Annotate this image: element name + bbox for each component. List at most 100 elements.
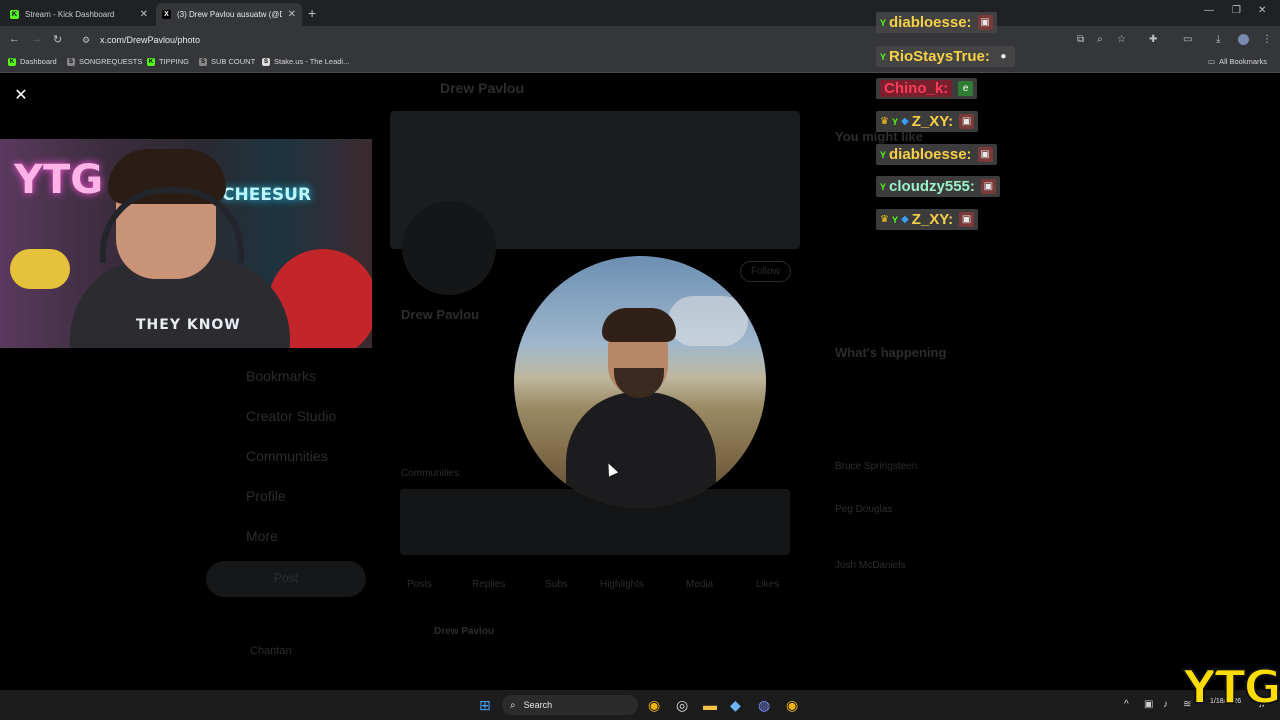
chat-message: Chino_k: e	[876, 78, 978, 99]
download-icon[interactable]: ⤓	[1216, 34, 1220, 45]
profile-photo	[514, 256, 766, 508]
chrome-profile-icon[interactable]: ◉	[786, 697, 798, 714]
search-icon: ⌕	[510, 699, 516, 711]
back-icon[interactable]: ←	[9, 33, 20, 45]
emote-icon: ▣	[977, 15, 993, 30]
bookmark-label: Stake.us - The Leadi...	[274, 57, 350, 66]
tab-highlights[interactable]: Highlights	[600, 579, 644, 590]
x-icon: X	[162, 10, 171, 19]
nav-creator-studio[interactable]: Creator Studio	[246, 408, 336, 424]
close-photo-button[interactable]: ✕	[12, 87, 30, 105]
maximize-icon[interactable]: ❐	[1232, 5, 1241, 16]
gem-badge-icon: ◆	[900, 214, 909, 225]
ytg-badge-icon: Y	[880, 181, 887, 192]
chat-message: Y diabloesse: ▣	[876, 144, 997, 165]
photo-smoke	[668, 296, 748, 346]
trend-item[interactable]: Josh McDaniels	[835, 560, 906, 571]
bookmark-dashboard[interactable]: K Dashboard	[8, 57, 57, 66]
bookmark-tipping[interactable]: K TIPPING	[147, 57, 189, 66]
file-explorer-icon[interactable]: ▬	[703, 697, 717, 713]
emote-icon: ▣	[977, 147, 993, 162]
post-button-label: Post	[274, 571, 299, 585]
tab-kick-dashboard[interactable]: K Stream - Kick Dashboard ✕	[4, 3, 154, 26]
bookmark-label: All Bookmarks	[1219, 57, 1268, 66]
emote-icon: ▣	[980, 179, 996, 194]
chat-message: Y cloudzy555: ▣	[876, 176, 1000, 197]
url-text: x.com/DrewPavlou/photo	[100, 35, 201, 45]
tab-title: (3) Drew Pavlou ausuatw (@D	[177, 10, 282, 19]
chat-username: Z_XY:	[911, 113, 954, 130]
tray-app-icon[interactable]: ▣	[1144, 699, 1153, 710]
all-bookmarks[interactable]: ▭ All Bookmarks	[1208, 57, 1267, 66]
globe-icon: S	[67, 57, 75, 66]
communities-heading: Communities	[401, 468, 460, 479]
site-info-icon[interactable]: ⚙	[82, 35, 92, 46]
emote-icon: ▣	[959, 212, 975, 227]
follow-button[interactable]: Follow	[740, 261, 791, 282]
photo-jacket	[566, 392, 716, 508]
start-icon[interactable]: ⊞	[479, 697, 491, 714]
tab-close-icon[interactable]: ✕	[140, 9, 148, 20]
discord-icon[interactable]: ◍	[758, 697, 770, 714]
bookmark-label: SONGREQUESTS	[79, 57, 143, 66]
bookmark-sub-count[interactable]: S SUB COUNT	[199, 57, 255, 66]
tab-close-icon[interactable]: ✕	[288, 9, 296, 20]
tab-title: Stream - Kick Dashboard	[25, 10, 115, 19]
tab-likes[interactable]: Likes	[756, 579, 779, 590]
browser-toolbar: ← → ↻ ⚙ x.com/DrewPavlou/photo ⧉ ⌕ ☆ ✚ ▭…	[0, 26, 1280, 54]
steam-icon[interactable]: ◆	[730, 697, 741, 714]
post-author[interactable]: Drew Pavlou	[434, 626, 494, 637]
nav-communities[interactable]: Communities	[246, 448, 328, 464]
trend-item[interactable]: Peg Douglas	[835, 504, 892, 515]
windows-taskbar: ⊞ ⌕ Search ◉ ◎ ▬ ◆ ◍ ◉ ^ ▣ ♪ ≋ 1/18/2026…	[0, 690, 1280, 720]
post-button[interactable]: Post	[206, 561, 366, 597]
bookmark-star-icon[interactable]: ☆	[1117, 34, 1126, 45]
tray-overflow-icon[interactable]: ^	[1124, 699, 1129, 710]
install-icon[interactable]: ⧉	[1077, 34, 1084, 45]
nav-profile[interactable]: Profile	[246, 488, 286, 504]
bookmark-stake[interactable]: S Stake.us - The Leadi...	[262, 57, 349, 66]
bookmark-songrequests[interactable]: S SONGREQUESTS	[67, 57, 142, 66]
obs-icon[interactable]: ◎	[676, 697, 688, 714]
tab-x-profile[interactable]: X (3) Drew Pavlou ausuatw (@D ✕	[156, 3, 302, 26]
bookmarks-bar: K Dashboard S SONGREQUESTS K TIPPING S S…	[0, 54, 1280, 73]
reload-icon[interactable]: ↻	[53, 33, 62, 46]
ytg-badge-icon: Y	[891, 116, 898, 127]
crown-badge-icon: ♛	[880, 116, 889, 127]
tab-replies[interactable]: Replies	[472, 579, 505, 590]
menu-icon[interactable]: ⋮	[1262, 34, 1272, 45]
chat-username: diabloesse:	[889, 14, 972, 31]
ytg-badge-icon: Y	[880, 149, 887, 160]
plush-toys	[10, 249, 70, 289]
trend-item[interactable]: Bruce Springsteen	[835, 461, 917, 472]
forward-icon[interactable]: →	[31, 33, 42, 45]
new-tab-button[interactable]: +	[308, 5, 316, 21]
address-bar[interactable]: ⚙ x.com/DrewPavlou/photo	[76, 30, 736, 50]
photo-hair	[602, 308, 676, 342]
extensions-icon[interactable]: ✚	[1149, 34, 1157, 45]
bookmark-label: TIPPING	[159, 57, 190, 66]
profile-name: Drew Pavlou	[401, 307, 480, 322]
webcam-overlay: YTG CHEESUR THEY KNOW	[0, 139, 372, 348]
window-close-icon[interactable]: ✕	[1258, 5, 1266, 16]
account-name[interactable]: Chantan	[250, 645, 292, 657]
nav-more[interactable]: More	[246, 528, 278, 544]
taskbar-search[interactable]: ⌕ Search	[502, 695, 638, 715]
shirt-text: THEY KNOW	[136, 317, 241, 333]
nav-bookmarks[interactable]: Bookmarks	[246, 368, 316, 384]
chrome-icon[interactable]: ◉	[648, 697, 660, 714]
x-photo-viewer: Drew Pavlou Drew Pavlou Follow Bookmarks…	[0, 73, 1280, 690]
microphone-icon[interactable]: ♪	[1163, 699, 1168, 710]
ytg-badge-icon: Y	[880, 17, 887, 28]
zoom-icon[interactable]: ⌕	[1097, 34, 1103, 45]
ytg-badge-icon: Y	[891, 214, 898, 225]
ytg-badge-icon: Y	[880, 51, 887, 62]
avatar[interactable]	[1238, 34, 1249, 45]
tab-posts[interactable]: Posts	[407, 579, 432, 590]
whats-happening-heading: What's happening	[835, 345, 947, 360]
tab-media[interactable]: Media	[686, 579, 713, 590]
kick-icon: K	[10, 10, 19, 19]
sidepanel-icon[interactable]: ▭	[1183, 34, 1192, 45]
minimize-icon[interactable]: —	[1204, 5, 1214, 16]
tab-subs[interactable]: Subs	[545, 579, 568, 590]
